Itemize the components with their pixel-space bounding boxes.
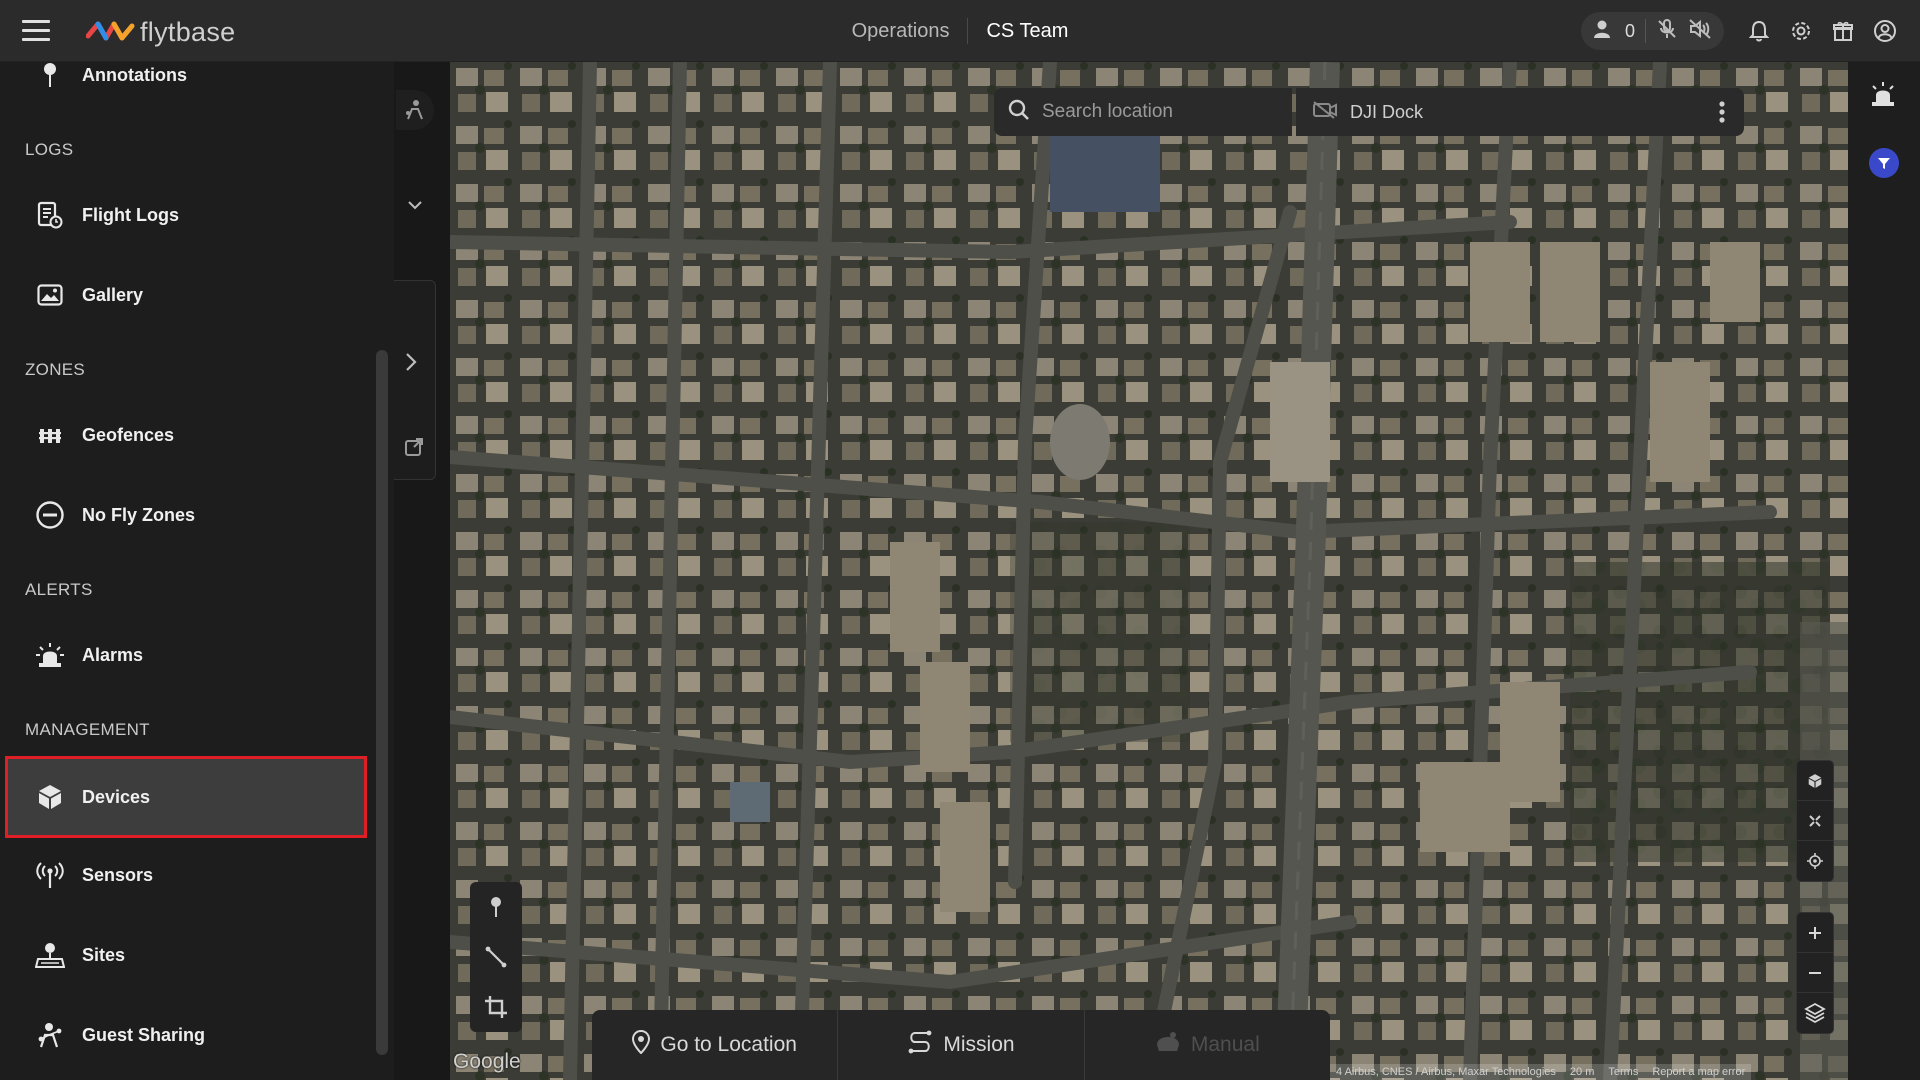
pin-icon <box>28 62 72 88</box>
panel-toggle-column <box>394 62 450 1080</box>
sidebar-item-devices[interactable]: Devices <box>5 756 367 838</box>
cube-icon <box>28 783 72 811</box>
search-input[interactable] <box>1042 101 1262 123</box>
map-attribution: 4 Airbus, CNES / Airbus, Maxar Technolog… <box>1330 1064 1752 1080</box>
zoom-controls <box>1796 912 1834 1034</box>
zoom-in-icon[interactable] <box>1797 913 1833 953</box>
pin-tool-icon[interactable] <box>470 882 522 932</box>
sidebar-item-sensors[interactable]: Sensors <box>8 836 364 914</box>
locate-icon[interactable] <box>1797 841 1833 881</box>
search-icon <box>1008 99 1030 126</box>
sidebar-item-gallery[interactable]: Gallery <box>8 256 364 334</box>
section-alerts: ALERTS <box>25 580 93 599</box>
siren-icon <box>28 641 72 669</box>
map-imagery[interactable] <box>450 62 1848 1080</box>
sidebar-item-label: Devices <box>82 786 151 807</box>
right-rail <box>1848 62 1920 1080</box>
share-drone-icon[interactable] <box>396 90 434 130</box>
pill-divider <box>1645 19 1646 43</box>
go-to-location-label: Go to Location <box>660 1033 797 1056</box>
sidebar-item-label: Geofences <box>82 424 175 445</box>
sidebar-item-no-fly-zones[interactable]: No Fly Zones <box>8 476 364 554</box>
zoom-out-icon[interactable] <box>1797 953 1833 993</box>
collapse-arrows-icon[interactable] <box>1797 801 1833 841</box>
search-box[interactable] <box>994 88 1292 136</box>
google-logo: Google <box>453 1050 521 1073</box>
sidebar-item-flight-logs[interactable]: Flight Logs <box>8 176 364 254</box>
site-icon <box>28 941 72 969</box>
filter-icon[interactable] <box>1869 148 1899 178</box>
section-management: MANAGEMENT <box>25 720 150 739</box>
sidebar-item-label: Annotations <box>82 64 187 85</box>
open-external-icon[interactable] <box>404 437 424 462</box>
panel-side-tab <box>394 280 436 480</box>
mission-label: Mission <box>943 1033 1015 1056</box>
manual-label: Manual <box>1190 1033 1260 1056</box>
sidebar-item-geofences[interactable]: Geofences <box>8 396 364 474</box>
line-tool-icon[interactable] <box>470 932 522 982</box>
antenna-icon <box>28 860 72 890</box>
manual-button[interactable]: Manual <box>1085 1010 1330 1080</box>
sidebar-item-label: Gallery <box>82 284 144 305</box>
siren-icon[interactable] <box>1868 80 1898 113</box>
mic-off-icon[interactable] <box>1656 18 1678 45</box>
chevron-down-icon[interactable] <box>402 192 428 218</box>
sidebar-item-annotations[interactable]: Annotations <box>8 36 364 114</box>
gallery-icon <box>28 284 72 306</box>
bottom-action-bar: Go to Location Mission Manual <box>592 1010 1330 1080</box>
gift-icon[interactable] <box>1822 10 1864 52</box>
speaker-off-icon[interactable] <box>1688 18 1712 45</box>
go-to-location-button[interactable]: Go to Location <box>592 1010 839 1080</box>
sidebar-item-guest-sharing[interactable]: Guest Sharing <box>8 996 364 1074</box>
account-icon[interactable] <box>1864 10 1906 52</box>
video-off-icon <box>1312 100 1338 125</box>
no-entry-icon <box>28 500 72 530</box>
terms-link[interactable]: Terms <box>1608 1066 1638 1078</box>
imagery-credit: 4 Airbus, CNES / Airbus, Maxar Technolog… <box>1336 1066 1556 1078</box>
sidebar-item-alarms[interactable]: Alarms <box>8 616 364 694</box>
sidebar-item-label: No Fly Zones <box>82 504 196 525</box>
header-actions: 0 <box>1580 0 1920 62</box>
status-pill: 0 <box>1580 12 1724 50</box>
report-error-link[interactable]: Report a map error <box>1652 1066 1745 1078</box>
layers-icon[interactable] <box>1797 993 1833 1033</box>
dock-name: DJI Dock <box>1350 101 1424 122</box>
bell-icon[interactable] <box>1738 10 1780 52</box>
geofence-icon <box>28 426 72 444</box>
crop-tool-icon[interactable] <box>470 982 522 1032</box>
section-logs: LOGS <box>25 140 74 159</box>
satellite-map[interactable] <box>450 62 1848 1080</box>
users-icon[interactable] <box>1593 19 1615 44</box>
sidebar-item-label: Sites <box>82 944 126 965</box>
location-pin-icon <box>632 1029 651 1060</box>
chevron-right-icon[interactable] <box>404 351 418 378</box>
map-view-controls <box>1796 760 1834 882</box>
nav-team[interactable]: CS Team <box>968 20 1086 43</box>
sidebar-item-label: Sensors <box>82 864 154 885</box>
sidebar-item-label: Guest Sharing <box>82 1024 206 1045</box>
cube-view-icon[interactable] <box>1797 761 1833 801</box>
dock-selector[interactable]: DJI Dock <box>1296 88 1744 136</box>
route-icon <box>907 1030 933 1060</box>
map-scale[interactable]: 20 m <box>1570 1066 1594 1078</box>
gear-icon[interactable] <box>1780 10 1822 52</box>
more-options-icon[interactable] <box>1718 100 1726 129</box>
section-zones: ZONES <box>25 360 86 379</box>
flight-log-icon <box>28 201 72 229</box>
sidebar-item-label: Flight Logs <box>82 204 179 225</box>
user-count: 0 <box>1624 20 1635 41</box>
sidebar-scrollbar[interactable] <box>376 350 388 1055</box>
share-user-icon <box>28 1021 72 1049</box>
nav-operations[interactable]: Operations <box>834 20 968 43</box>
sidebar-item-label: Alarms <box>82 644 144 665</box>
joystick-icon <box>1155 1031 1181 1059</box>
mission-button[interactable]: Mission <box>838 1010 1085 1080</box>
sidebar-item-sites[interactable]: Sites <box>8 916 364 994</box>
draw-toolbar <box>470 882 522 1032</box>
